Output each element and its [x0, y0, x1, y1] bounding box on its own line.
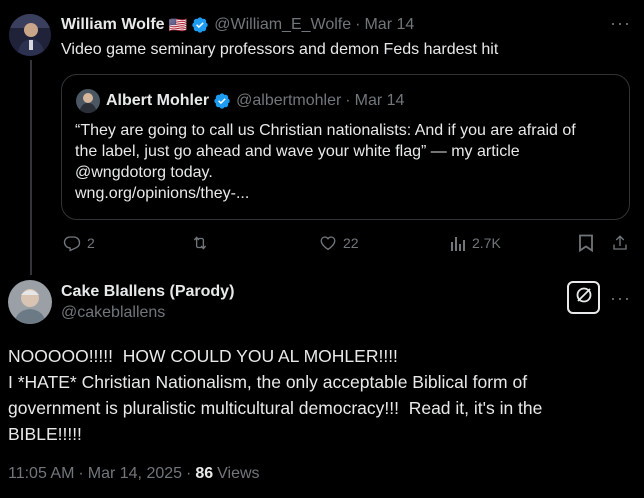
like-icon: [319, 234, 337, 252]
quote-text: “They are going to call us Christian nat…: [75, 120, 576, 204]
like-count: 22: [343, 235, 359, 251]
reply-count: 2: [87, 235, 95, 251]
view-count: 86: [195, 465, 214, 482]
reply-icon: [63, 234, 81, 252]
tweet2-time[interactable]: 11:05 AM: [8, 465, 74, 483]
retweet-icon: [190, 234, 210, 252]
views-icon: [450, 234, 466, 252]
separator: ·: [78, 465, 84, 482]
views-count: 2.7K: [472, 235, 501, 251]
share-icon: [611, 234, 629, 252]
tweet2-author-name[interactable]: Cake Blallens (Parody): [61, 283, 234, 301]
tweet2-text: NOOOOO!!!!! HOW COULD YOU AL MOHLER!!!! …: [8, 343, 542, 447]
separator: ·: [355, 16, 361, 33]
views-label: Views: [217, 465, 260, 482]
retweet-button[interactable]: [190, 234, 216, 252]
quote-line: the label, just go ahead and wave your w…: [75, 143, 520, 160]
quote-line: “They are going to call us Christian nat…: [75, 122, 576, 139]
share-button[interactable]: [611, 234, 629, 252]
grok-button[interactable]: [567, 281, 600, 314]
quote-header: Albert Mohler @albertmohler · Mar 14: [106, 90, 404, 112]
quote-date: Mar 14: [354, 92, 405, 109]
grok-icon: [574, 285, 594, 310]
verified-badge-icon: [213, 92, 231, 110]
separator: ·: [345, 92, 351, 109]
tweet2-handle[interactable]: @cakeblallens: [61, 304, 165, 322]
cake-blallens-avatar[interactable]: [8, 280, 52, 324]
quote-line: wng.org/opinions/they-...: [75, 185, 250, 202]
flag-icon: 🇺🇸: [168, 17, 188, 34]
tweet2-line: NOOOOO!!!!! HOW COULD YOU AL MOHLER!!!!: [8, 346, 398, 366]
more-icon[interactable]: ···: [610, 289, 631, 307]
tweet2-date[interactable]: Mar 14, 2025: [88, 465, 182, 483]
tweet2-line: government is pluralistic multicultural …: [8, 398, 543, 418]
william-wolfe-avatar[interactable]: [9, 14, 51, 56]
bookmark-button[interactable]: [578, 234, 594, 252]
albert-mohler-avatar[interactable]: [76, 89, 100, 113]
quote-author-name: Albert Mohler: [106, 92, 210, 109]
views-button[interactable]: 2.7K: [450, 234, 501, 252]
reply-button[interactable]: 2: [63, 234, 95, 252]
quote-line: @wngdotorg today.: [75, 164, 213, 181]
thread-connector-line: [30, 60, 32, 275]
bookmark-icon: [578, 234, 594, 252]
separator: ·: [186, 465, 192, 482]
more-icon[interactable]: ···: [610, 14, 631, 32]
tweet1-author-name[interactable]: William Wolfe: [61, 16, 165, 34]
tweet1-header: William Wolfe 🇺🇸 @William_E_Wolfe · Mar …: [61, 14, 414, 36]
quote-handle: @albertmohler: [236, 92, 342, 109]
tweet1-handle[interactable]: @William_E_Wolfe: [214, 16, 351, 34]
tweet2-meta: 11:05 AM · Mar 14, 2025 · 86 Views: [8, 465, 260, 483]
like-button[interactable]: 22: [319, 234, 359, 252]
tweet2-line: BIBLE!!!!!: [8, 424, 82, 444]
tweet1-text: Video game seminary professors and demon…: [61, 41, 499, 58]
tweet1-date[interactable]: Mar 14: [364, 16, 414, 34]
verified-badge-icon: [191, 16, 209, 34]
tweet2-line: I *HATE* Christian Nationalism, the only…: [8, 372, 528, 392]
